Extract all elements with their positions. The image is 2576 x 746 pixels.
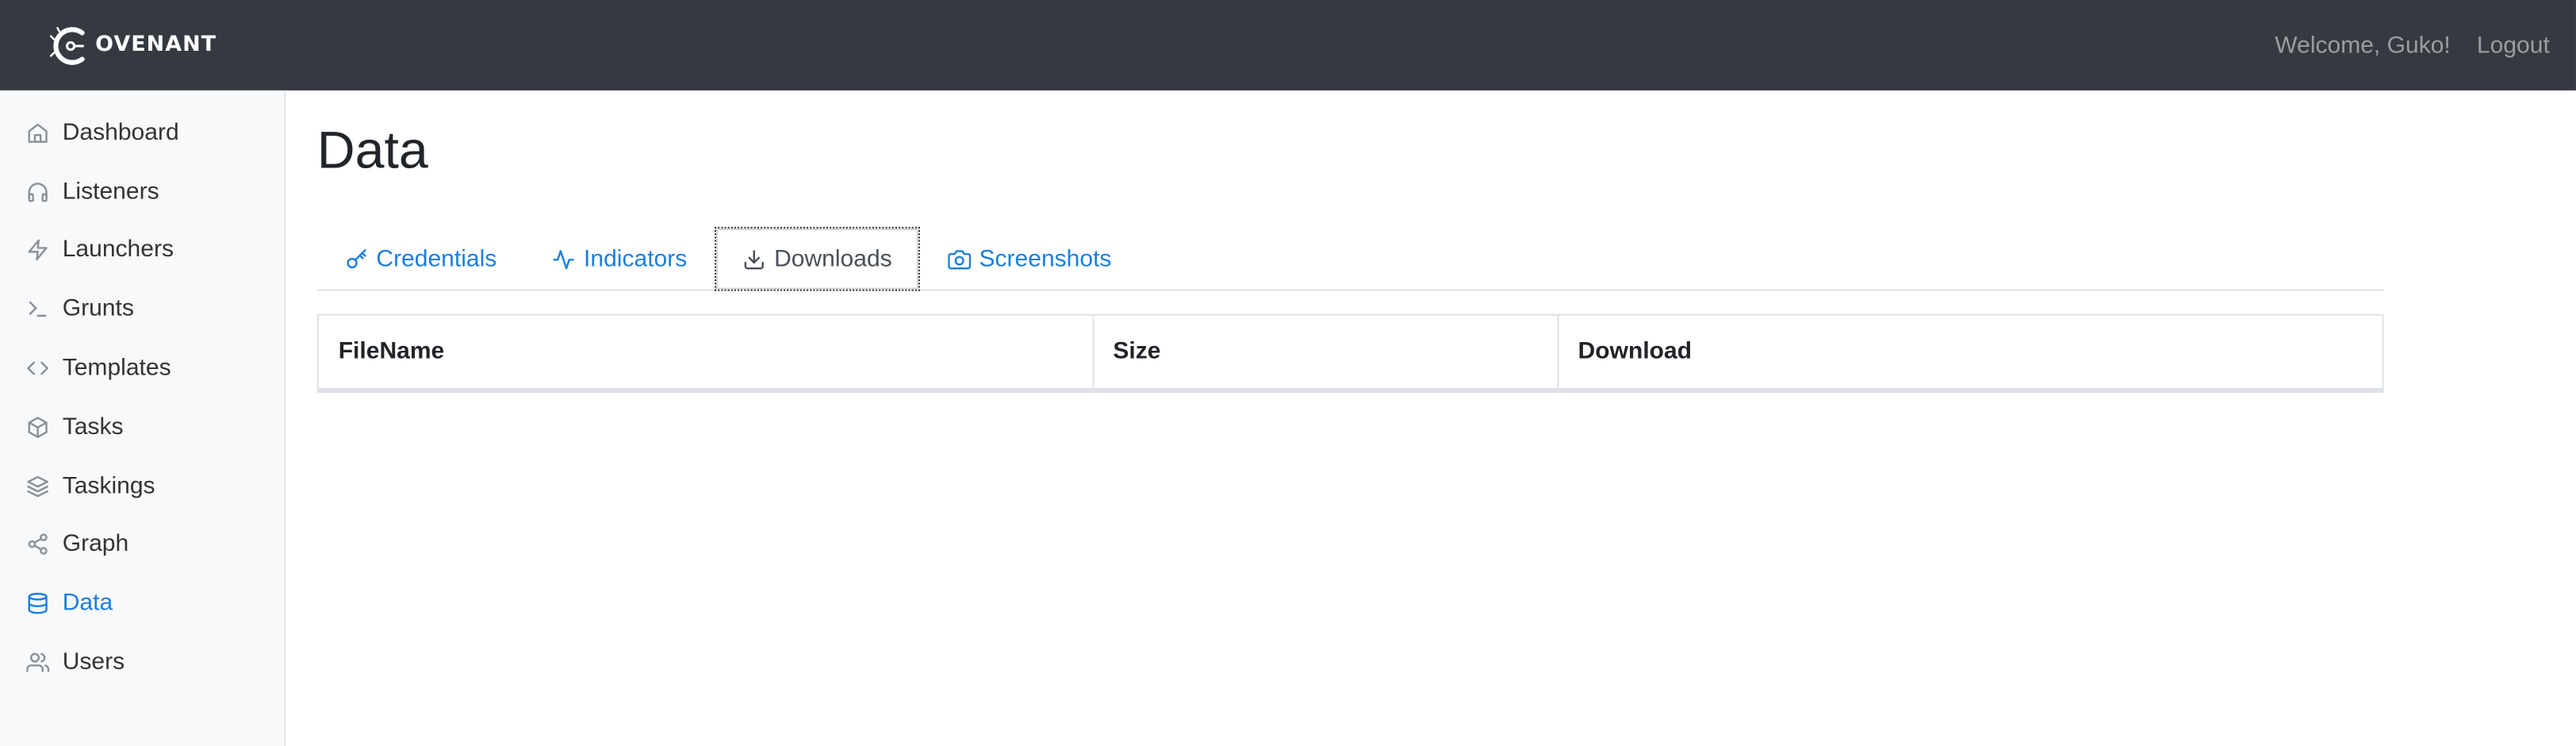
tab-credentials[interactable]: Credentials — [317, 227, 525, 291]
downloads-table-container: FileName Size Download — [316, 313, 2384, 394]
code-icon — [26, 357, 49, 380]
sidebar-item-graph[interactable]: Graph — [0, 516, 284, 575]
brand-name: OVENANT — [95, 33, 217, 58]
home-icon — [26, 121, 49, 144]
sidebar-item-label: Users — [62, 649, 125, 676]
brand-logo[interactable]: OVENANT — [49, 24, 217, 67]
sidebar-item-tasks[interactable]: Tasks — [0, 398, 284, 456]
sidebar-item-label: Launchers — [62, 237, 174, 264]
tab-label: Indicators — [584, 245, 688, 272]
sidebar: Dashboard Listeners Launchers Grunts Tem… — [0, 90, 286, 746]
welcome-text: Welcome, Guko! — [2275, 32, 2451, 59]
sidebar-item-label: Data — [62, 590, 113, 617]
headphones-icon — [26, 180, 49, 203]
downloads-table: FileName Size Download — [318, 315, 2382, 391]
sidebar-item-label: Tasks — [62, 413, 124, 440]
sidebar-item-grunts[interactable]: Grunts — [0, 280, 284, 339]
tab-downloads[interactable]: Downloads — [715, 226, 920, 291]
sidebar-item-listeners[interactable]: Listeners — [0, 163, 284, 221]
table-header-row: FileName Size Download — [318, 315, 2382, 391]
sidebar-item-taskings[interactable]: Taskings — [0, 456, 284, 515]
tab-label: Downloads — [774, 245, 892, 272]
download-icon — [743, 248, 766, 271]
column-header-download[interactable]: Download — [1557, 315, 2382, 391]
page-title: Data — [316, 120, 428, 179]
database-icon — [26, 592, 49, 615]
tab-screenshots[interactable]: Screenshots — [920, 227, 1140, 291]
share-icon — [26, 533, 49, 556]
covenant-logo-icon — [49, 25, 85, 64]
sidebar-item-label: Grunts — [62, 296, 134, 323]
logout-link[interactable]: Logout — [2477, 32, 2550, 58]
sidebar-item-dashboard[interactable]: Dashboard — [0, 103, 284, 162]
tab-label: Credentials — [376, 245, 497, 272]
key-icon — [345, 248, 368, 271]
sidebar-item-data[interactable]: Data — [0, 575, 284, 633]
user-nav: Welcome, Guko! Logout — [2275, 32, 2550, 58]
terminal-icon — [26, 298, 49, 321]
sidebar-item-launchers[interactable]: Launchers — [0, 221, 284, 280]
activity-icon — [553, 248, 576, 271]
box-icon — [26, 416, 49, 439]
users-icon — [26, 651, 50, 674]
tab-indicators[interactable]: Indicators — [524, 227, 715, 291]
sidebar-item-label: Dashboard — [62, 119, 179, 147]
column-header-size[interactable]: Size — [1092, 315, 1558, 391]
layers-icon — [26, 475, 49, 498]
top-navbar: OVENANT Welcome, Guko! Logout — [0, 0, 2576, 90]
sidebar-item-label: Templates — [62, 355, 171, 382]
main-content: Data Credentials Indicators Downloads Sc… — [316, 90, 2384, 394]
sidebar-item-label: Taskings — [62, 472, 155, 500]
sidebar-item-templates[interactable]: Templates — [0, 339, 284, 398]
camera-icon — [948, 248, 972, 271]
sidebar-item-label: Graph — [62, 532, 129, 559]
tab-label: Screenshots — [979, 245, 1112, 272]
zap-icon — [26, 239, 49, 262]
column-header-filename[interactable]: FileName — [318, 315, 1094, 391]
sidebar-item-label: Listeners — [62, 179, 159, 206]
data-tabs: Credentials Indicators Downloads Screens… — [316, 225, 2384, 291]
sidebar-item-users[interactable]: Users — [0, 633, 284, 692]
